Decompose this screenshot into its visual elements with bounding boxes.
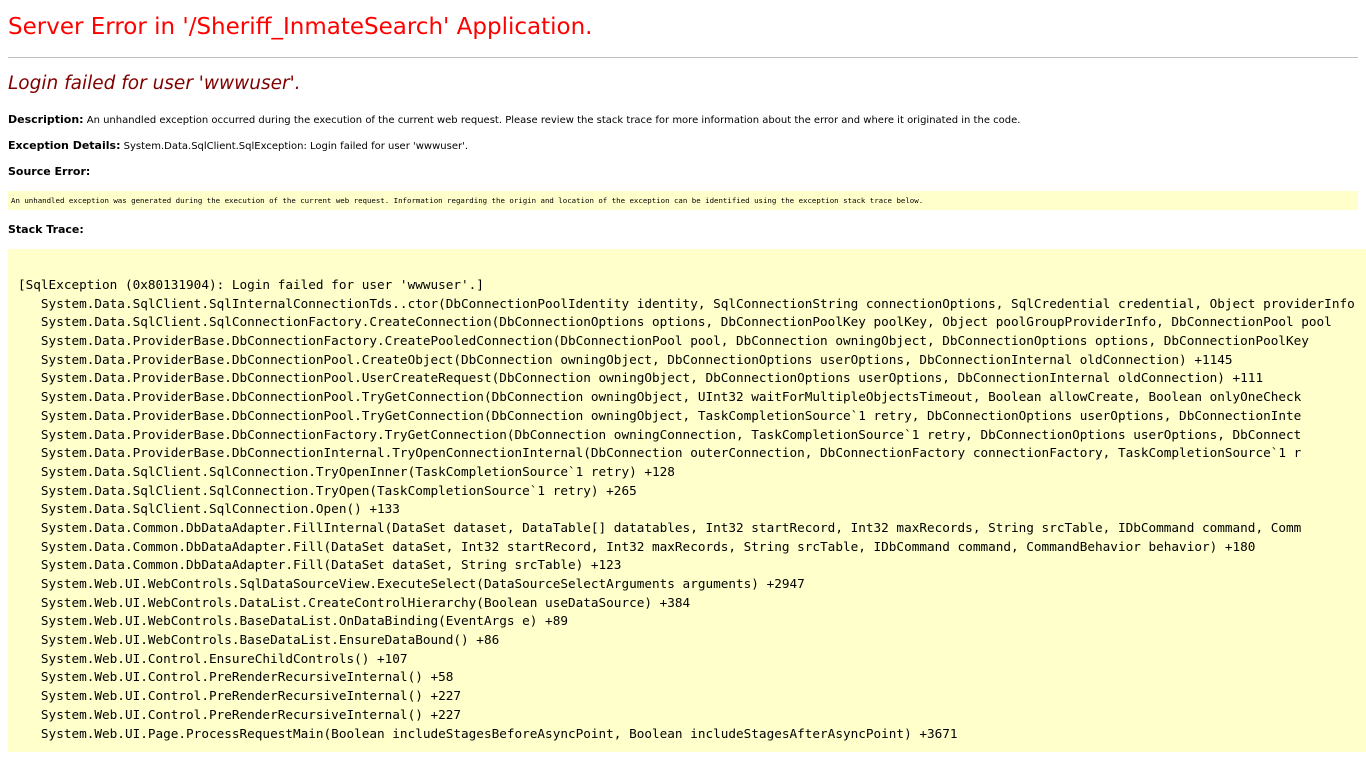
stack-trace-frame: System.Web.UI.Page.ProcessRequestMain(Bo… — [18, 725, 958, 741]
source-error-box: An unhandled exception was generated dur… — [8, 191, 1358, 210]
page-title: Server Error in '/Sheriff_InmateSearch' … — [8, 14, 593, 40]
stack-trace-frame: System.Data.SqlClient.SqlConnectionFacto… — [18, 314, 1332, 330]
stack-trace-frame: System.Data.ProviderBase.DbConnectionPoo… — [18, 351, 1233, 367]
stack-trace-frame: System.Web.UI.Control.EnsureChildControl… — [18, 650, 408, 666]
exception-details-label: Exception Details: — [8, 139, 121, 152]
stack-trace-frame: System.Data.ProviderBase.DbConnectionPoo… — [18, 370, 1264, 386]
stack-trace-frame: System.Web.UI.WebControls.DataList.Creat… — [18, 594, 691, 610]
stack-trace-frame: System.Data.ProviderBase.DbConnectionPoo… — [18, 407, 1302, 423]
stack-trace-frame: System.Data.SqlClient.SqlInternalConnect… — [18, 295, 1355, 311]
source-error-section: Source Error: — [8, 165, 90, 178]
stack-trace-frame: System.Data.Common.DbDataAdapter.Fill(Da… — [18, 538, 1256, 554]
stack-trace-frame: System.Data.ProviderBase.DbConnectionPoo… — [18, 389, 1302, 405]
stack-trace-frame: System.Data.Common.DbDataAdapter.FillInt… — [18, 519, 1302, 535]
stack-trace-frame: System.Web.UI.Control.PreRenderRecursive… — [18, 669, 454, 685]
exception-details-text: System.Data.SqlClient.SqlException: Logi… — [120, 141, 469, 152]
stack-trace-frame: System.Data.Common.DbDataAdapter.Fill(Da… — [18, 557, 622, 573]
stack-trace-label: Stack Trace: — [8, 223, 84, 236]
stack-trace-frame: System.Web.UI.WebControls.SqlDataSourceV… — [18, 576, 805, 591]
stack-trace-frame: System.Data.SqlClient.SqlConnection.TryO… — [18, 482, 637, 498]
stack-trace-exception-line: [SqlException (0x80131904): Login failed… — [18, 277, 484, 292]
stack-trace-frame: System.Web.UI.WebControls.BaseDataList.O… — [18, 613, 568, 629]
stack-trace-frame: System.Web.UI.Control.PreRenderRecursive… — [18, 706, 462, 722]
source-error-label: Source Error: — [8, 165, 91, 178]
stack-trace-text: [SqlException (0x80131904): Login failed… — [18, 276, 1366, 743]
source-error-text: An unhandled exception was generated dur… — [11, 196, 924, 205]
exception-details-section: Exception Details: System.Data.SqlClient… — [8, 139, 468, 152]
description-section: Description: An unhandled exception occu… — [8, 113, 1020, 126]
error-page: Server Error in '/Sheriff_InmateSearch' … — [0, 0, 1366, 768]
stack-trace-frame: System.Data.ProviderBase.DbConnectionFac… — [18, 426, 1302, 442]
description-text: An unhandled exception occurred during t… — [83, 115, 1021, 126]
stack-trace-frame: System.Web.UI.WebControls.BaseDataList.E… — [18, 632, 500, 648]
stack-trace-frame: System.Data.SqlClient.SqlConnection.TryO… — [18, 463, 675, 479]
stack-trace-section: Stack Trace: — [8, 223, 84, 236]
stack-trace-frame: System.Data.ProviderBase.DbConnectionInt… — [18, 445, 1302, 461]
description-label: Description: — [8, 113, 84, 126]
error-subtitle: Login failed for user 'wwwuser'. — [8, 73, 301, 94]
stack-trace-box: [SqlException (0x80131904): Login failed… — [8, 249, 1366, 752]
title-divider — [8, 57, 1358, 58]
stack-trace-frame: System.Web.UI.Control.PreRenderRecursive… — [18, 688, 462, 704]
stack-trace-frame: System.Data.SqlClient.SqlConnection.Open… — [18, 501, 400, 517]
stack-trace-frame: System.Data.ProviderBase.DbConnectionFac… — [18, 333, 1309, 349]
